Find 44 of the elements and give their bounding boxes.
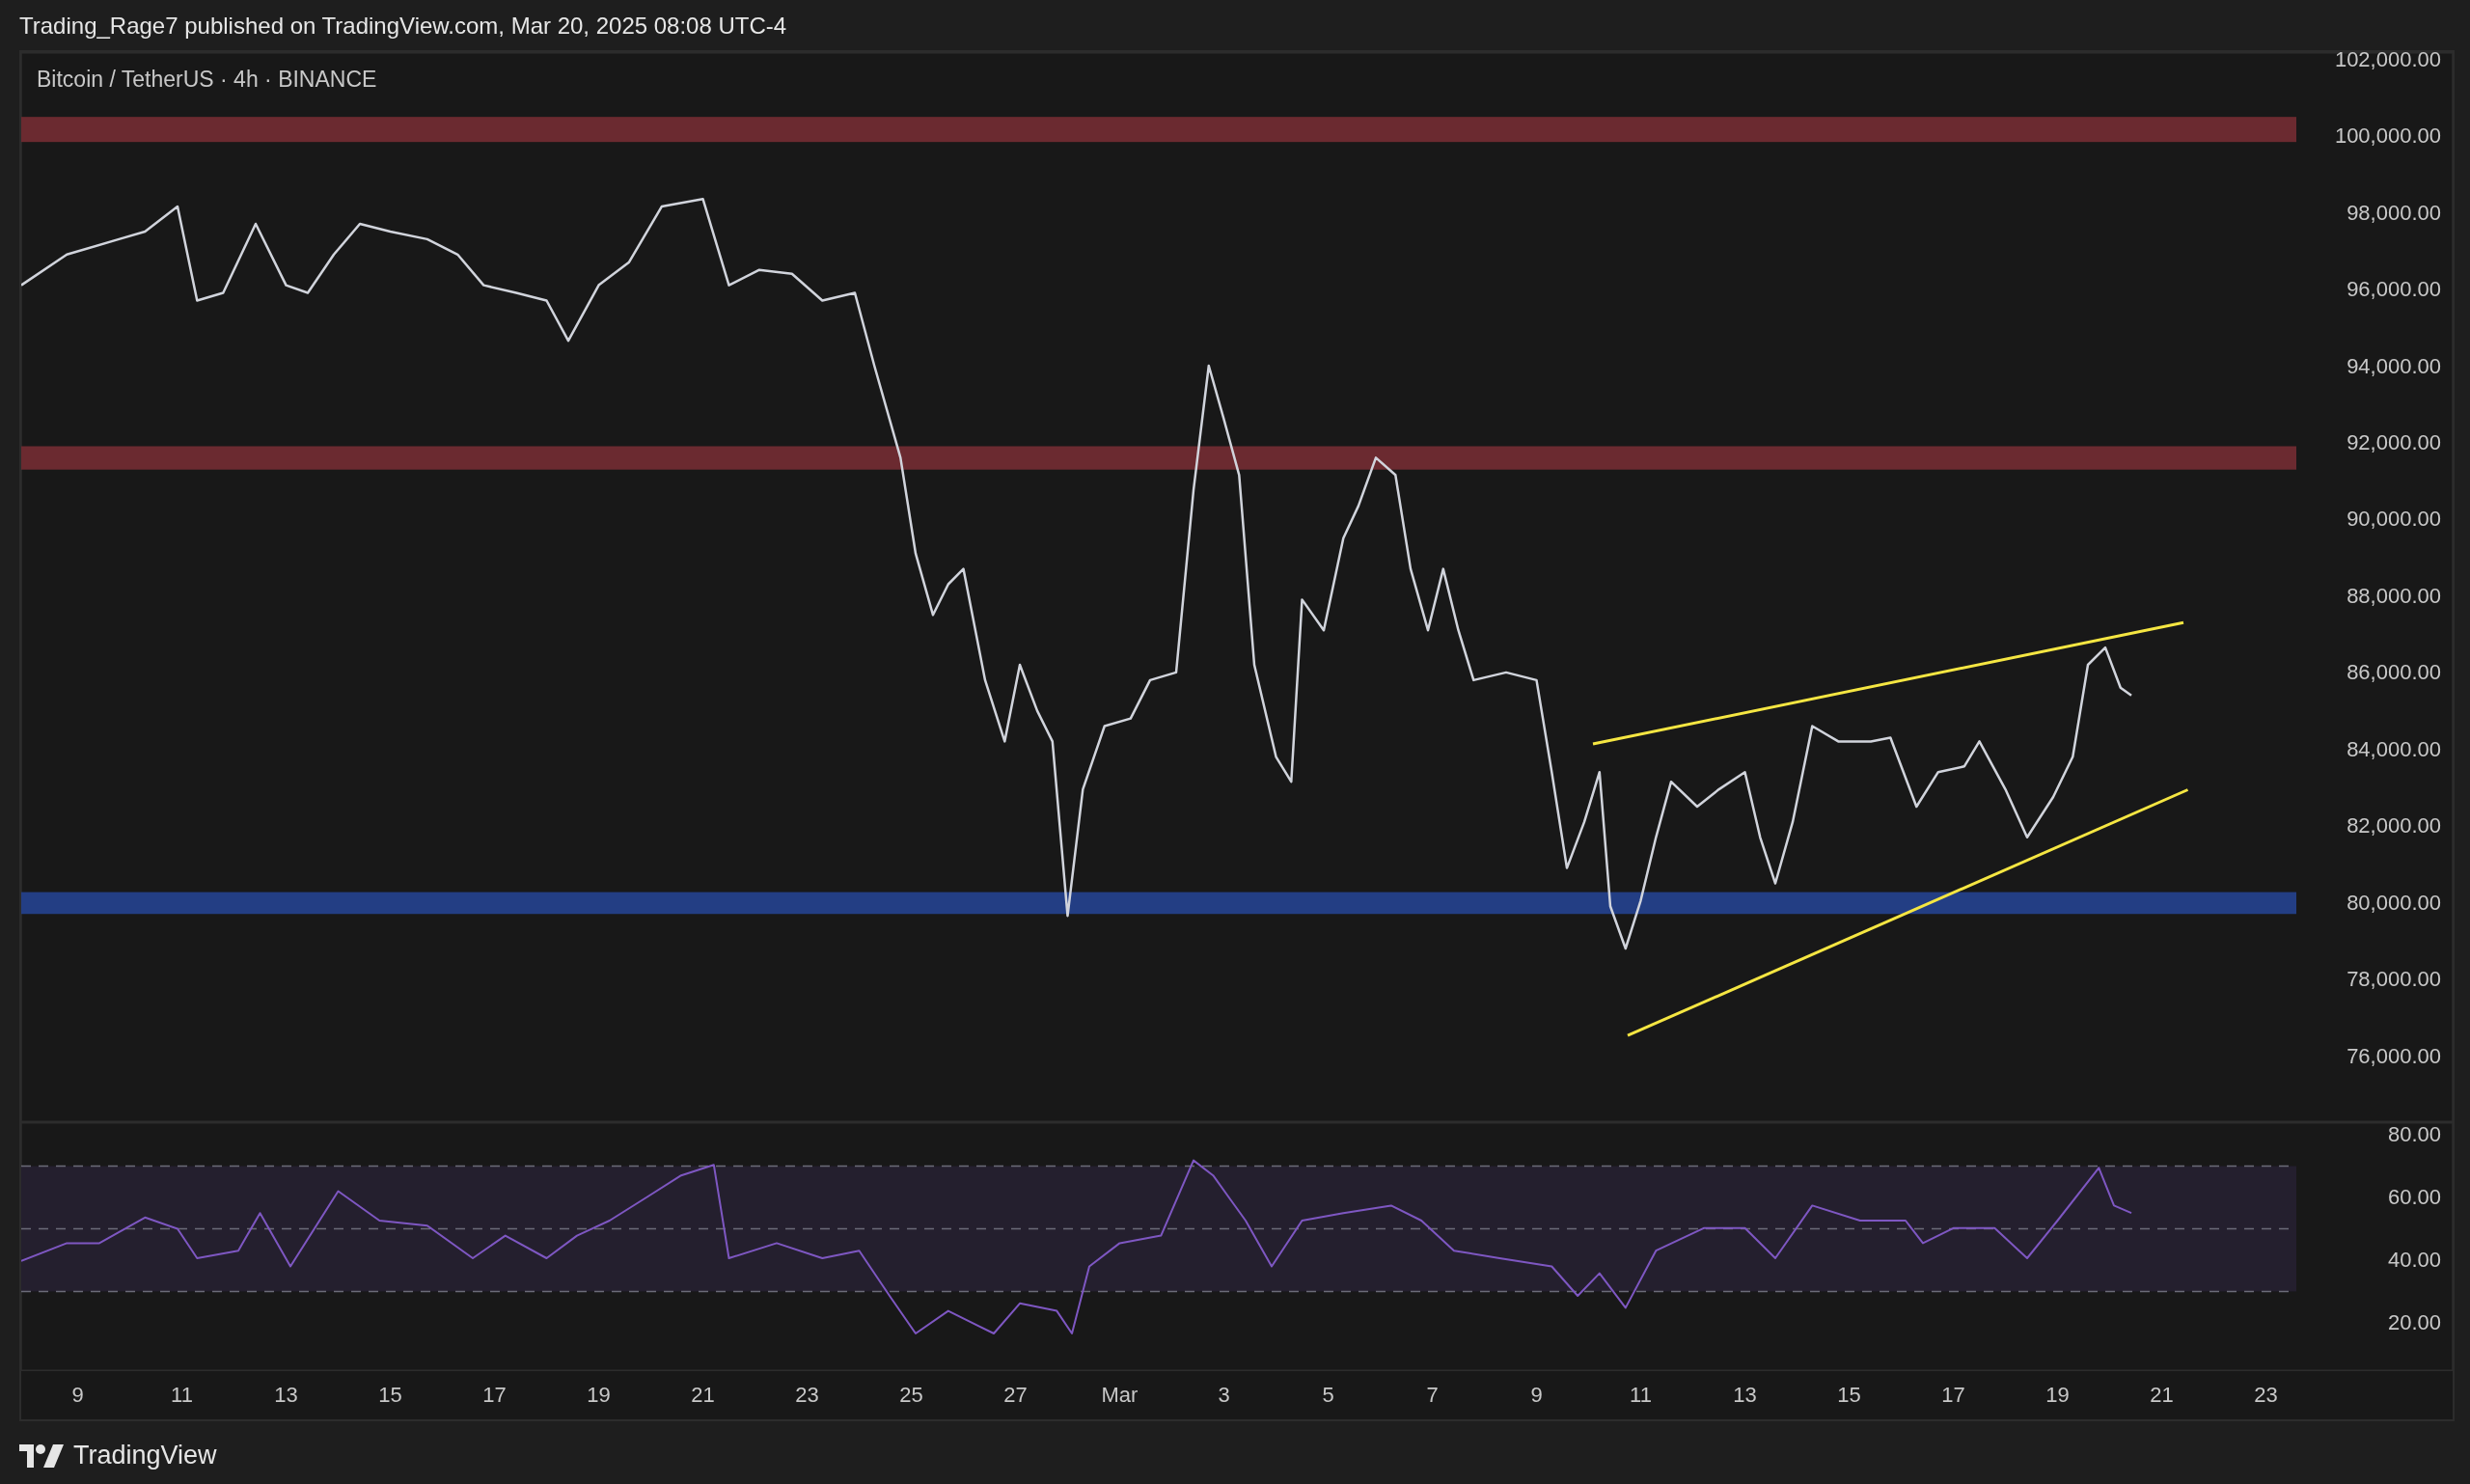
time-axis-label: 25 — [899, 1383, 923, 1407]
time-axis-label: 23 — [2254, 1383, 2278, 1407]
price-axis-label: 20.00 — [2387, 1310, 2441, 1335]
time-axis-label: 27 — [1003, 1383, 1028, 1407]
price-axis-label: 90,000.00 — [2346, 507, 2441, 532]
price-axis-label: 60.00 — [2387, 1185, 2441, 1210]
price-axis-label: 100,000.00 — [2334, 124, 2441, 149]
brand-name: TradingView — [73, 1443, 217, 1469]
chart-title: Bitcoin / TetherUS · 4h · BINANCE — [37, 67, 377, 92]
price-axis-label: 98,000.00 — [2346, 200, 2441, 225]
price-axis-label: 84,000.00 — [2346, 736, 2441, 761]
time-axis-label: 9 — [71, 1383, 84, 1407]
time-axis-label: 7 — [1426, 1383, 1439, 1407]
price-axis-label: 102,000.00 — [2334, 52, 2441, 71]
price-axis-label: 86,000.00 — [2346, 660, 2441, 685]
price-axis-label: 40.00 — [2387, 1248, 2441, 1273]
time-axis-label: 5 — [1322, 1383, 1334, 1407]
time-axis-label: 13 — [1733, 1383, 1757, 1407]
time-axis-label: 19 — [2045, 1383, 2070, 1407]
time-axis-label: 15 — [378, 1383, 402, 1407]
time-axis-label: 21 — [691, 1383, 715, 1407]
price-axis-label: 76,000.00 — [2346, 1043, 2441, 1068]
price-axis-label: 94,000.00 — [2346, 353, 2441, 378]
time-axis-label: 17 — [482, 1383, 507, 1407]
time-axis-label: 3 — [1218, 1383, 1230, 1407]
price-axis-label: 80.00 — [2387, 1122, 2441, 1147]
price-axis-label: 88,000.00 — [2346, 583, 2441, 608]
logo-icon — [19, 1443, 64, 1468]
time-axis-label: 23 — [795, 1383, 819, 1407]
time-axis-label: 15 — [1837, 1383, 1861, 1407]
price-axis-label: 96,000.00 — [2346, 277, 2441, 302]
time-axis-label: 13 — [274, 1383, 298, 1407]
price-axis-label: 80,000.00 — [2346, 890, 2441, 915]
price-axis-label: 92,000.00 — [2346, 430, 2441, 454]
price-axis-label: 78,000.00 — [2346, 967, 2441, 992]
time-axis-label: 21 — [2150, 1383, 2174, 1407]
time-axis-label: 9 — [1530, 1383, 1543, 1407]
time-axis-label: Mar — [1101, 1383, 1139, 1407]
publisher-line: Trading_Rage7 published on TradingView.com, Mar 20, 2025 08:08 UTC-4 — [18, 12, 788, 41]
price-axis-label: 82,000.00 — [2346, 813, 2441, 838]
time-axis-label: 11 — [1630, 1383, 1652, 1407]
time-axis-label: 11 — [171, 1383, 193, 1407]
time-axis-label: 17 — [1941, 1383, 1965, 1407]
time-axis-label: 19 — [587, 1383, 611, 1407]
